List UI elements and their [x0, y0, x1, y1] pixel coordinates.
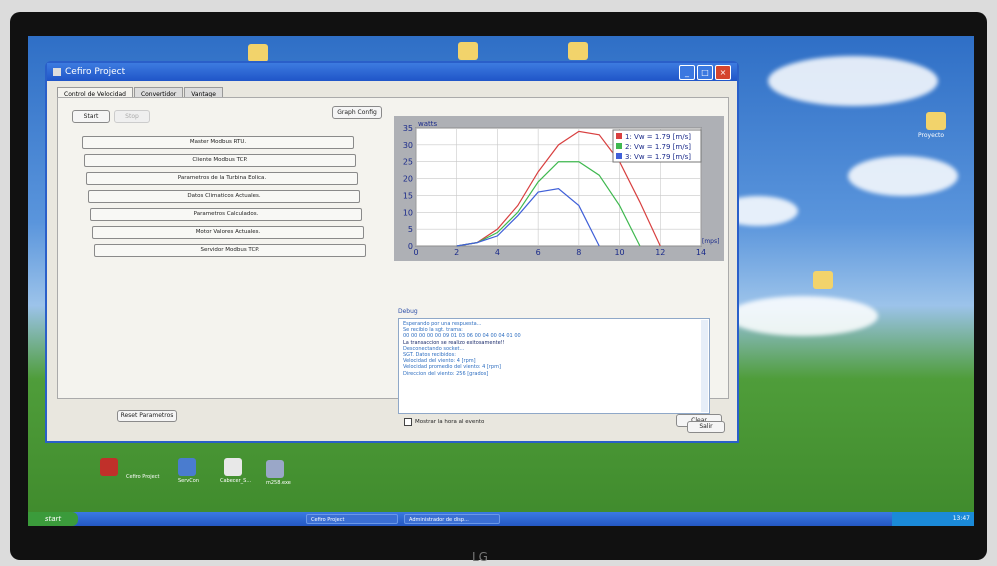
desktop-screen: Proyecto Cefiro Project _ □ × Control de…	[28, 36, 974, 526]
menu-button-parametros-turbina[interactable]: Parametros de la Turbina Eolica.	[86, 172, 358, 185]
x-tick-label: 10	[614, 248, 624, 257]
folder-icon[interactable]	[248, 44, 268, 62]
system-tray: 13:47	[892, 512, 974, 526]
shortcut-label: ServCon	[178, 478, 199, 484]
shortcut-label: Cabecer_S...	[220, 478, 252, 484]
task-admin-disp[interactable]: Administrador de disp...	[404, 514, 500, 524]
y-tick-label: 0	[408, 242, 413, 251]
x-axis-label: [mps]	[702, 238, 719, 245]
menu-button-datos-climaticos[interactable]: Datos Climaticos Actuales.	[88, 190, 360, 203]
x-tick-label: 14	[696, 248, 706, 257]
menu-button-motor-valores[interactable]: Motor Valores Actuales.	[92, 226, 364, 239]
y-tick-label: 20	[403, 175, 413, 184]
exe-icon[interactable]	[266, 460, 284, 478]
menu-button-parametros-calculados[interactable]: Parametros Calculados.	[90, 208, 362, 221]
legend-entry-1: 1: Vw = 1.79 [m/s]	[625, 133, 691, 141]
legend-entry-3: 3: Vw = 1.79 [m/s]	[625, 153, 691, 161]
desktop-icon-label: Proyecto	[918, 132, 945, 139]
legend-swatch-2	[616, 143, 622, 149]
menu-button-servidor-modbus[interactable]: Servidor Modbus TCP.	[94, 244, 366, 257]
y-tick-label: 30	[403, 141, 413, 150]
y-tick-label: 35	[403, 124, 413, 133]
clock: 13:47	[952, 515, 970, 522]
checkbox-label: Mostrar la hora al evento	[415, 419, 485, 425]
start-button-taskbar[interactable]: start	[28, 512, 78, 526]
title-bar: Cefiro Project _ □ ×	[47, 63, 737, 81]
y-tick-label: 10	[403, 208, 413, 217]
graph-config-button[interactable]: Graph Config	[332, 106, 382, 119]
shortcut-label: m258.exe	[266, 480, 291, 486]
debug-label: Debug	[398, 308, 418, 315]
chart-svg: 0 2 4 6 8 10 12 14 0 5 10 15 20 25 30 35 watts [mps] 1: Vw…	[403, 120, 720, 257]
monitor-brand: LG	[472, 550, 488, 564]
debug-log: Esperando por una respuesta... Se recibi…	[398, 318, 710, 414]
folder-icon[interactable]	[458, 42, 478, 60]
maximize-button[interactable]: □	[697, 64, 713, 80]
main-panel: Start Stop Graph Config Master Modbus RT…	[57, 97, 729, 427]
servcon-icon[interactable]	[178, 458, 196, 476]
x-tick-label: 2	[454, 248, 459, 257]
show-time-checkbox[interactable]: Mostrar la hora al evento	[404, 418, 484, 426]
shortcut-label: Cefiro Project	[126, 474, 160, 480]
x-tick-label: 8	[576, 248, 581, 257]
legend-swatch-1	[616, 133, 622, 139]
menu-button-cliente-modbus[interactable]: Cliente Modbus TCP.	[84, 154, 356, 167]
folder-icon[interactable]	[568, 42, 588, 60]
folder-icon[interactable]	[813, 271, 833, 289]
exit-button[interactable]: Salir	[687, 421, 725, 433]
x-tick-label: 0	[413, 248, 418, 257]
taskbar: start Cefiro Project Administrador de di…	[28, 512, 974, 526]
menu-button-master-modbus[interactable]: Master Modbus RTU.	[82, 136, 354, 149]
minimize-button[interactable]: _	[679, 64, 695, 80]
y-tick-label: 15	[403, 191, 413, 200]
start-button[interactable]: Start	[72, 110, 110, 123]
stop-button[interactable]: Stop	[114, 110, 150, 123]
reset-parametros-button[interactable]: Reset Parametros	[117, 410, 177, 422]
app-window: Cefiro Project _ □ × Control de Velocida…	[45, 61, 739, 443]
debug-scrollbar[interactable]	[701, 320, 708, 412]
y-axis-label: watts	[418, 120, 438, 128]
x-tick-label: 6	[536, 248, 541, 257]
legend-swatch-3	[616, 153, 622, 159]
window-title: Cefiro Project	[65, 67, 126, 77]
power-chart: 0 2 4 6 8 10 12 14 0 5 10 15 20 25 30 35 watts [mps] 1: Vw…	[394, 116, 724, 261]
document-icon[interactable]	[224, 458, 242, 476]
debug-line: Direccion del viento: 256 [grados]	[403, 370, 489, 377]
y-tick-label: 25	[403, 158, 413, 167]
task-cefiro[interactable]: Cefiro Project	[306, 514, 398, 524]
checkbox-box[interactable]	[404, 418, 412, 426]
y-tick-label: 5	[408, 225, 413, 234]
folder-icon[interactable]	[926, 112, 946, 130]
app-icon	[53, 68, 61, 76]
x-tick-label: 12	[655, 248, 665, 257]
legend-entry-2: 2: Vw = 1.79 [m/s]	[625, 143, 691, 151]
app-shortcut-icon[interactable]	[100, 458, 118, 476]
close-button[interactable]: ×	[715, 64, 731, 80]
x-tick-label: 4	[495, 248, 500, 257]
